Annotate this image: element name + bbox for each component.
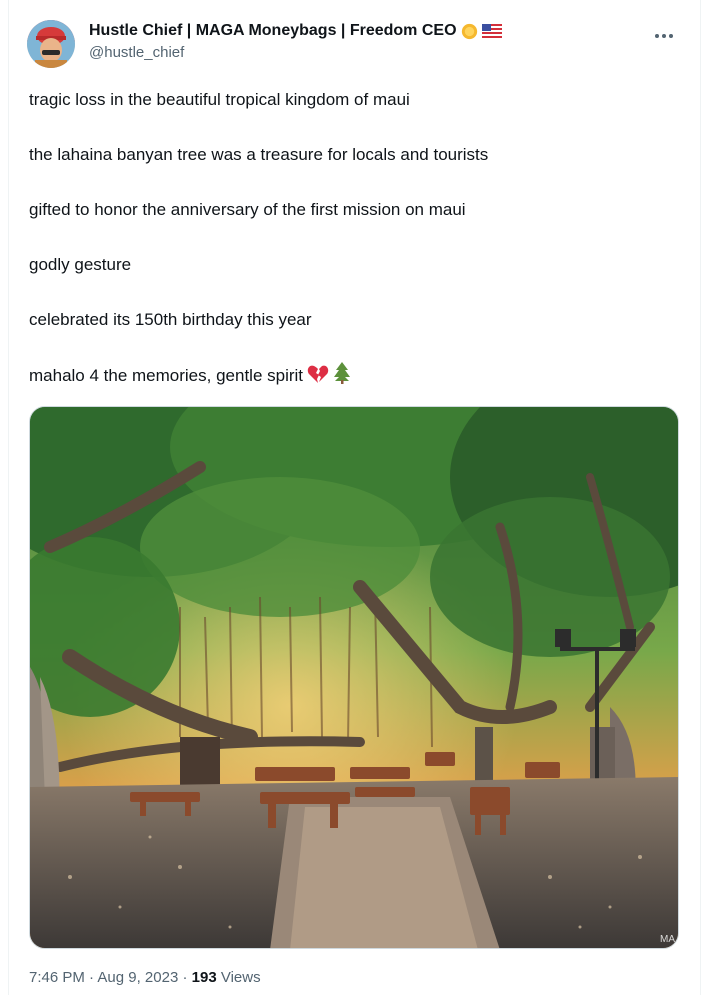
more-options-button[interactable] — [648, 24, 680, 48]
author-handle[interactable]: @hustle_chief — [89, 42, 502, 64]
more-dot-icon — [662, 34, 666, 38]
more-dot-icon — [669, 34, 673, 38]
tweet-metadata: 7:46 PM · Aug 9, 2023 · 193 Views — [29, 968, 261, 988]
tweet-line-text: mahalo 4 the memories, gentle spirit — [29, 366, 304, 385]
tweet-line: the lahaina banyan tree was a treasure f… — [29, 145, 489, 164]
sun-emoji-icon — [461, 23, 477, 39]
avatar-image — [27, 20, 75, 68]
author-names: Hustle Chief | MAGA Moneybags | Freedom … — [89, 20, 502, 64]
avatar[interactable] — [27, 20, 75, 68]
tweet-header: Hustle Chief | MAGA Moneybags | Freedom … — [27, 16, 682, 72]
broken-heart-icon — [307, 365, 329, 383]
tweet-photo[interactable]: MA — [29, 406, 679, 949]
tweet-time[interactable]: 7:46 PM — [29, 969, 85, 986]
tweet-line: gifted to honor the anniversary of the f… — [29, 200, 466, 219]
tweet-text: tragic loss in the beautiful tropical ki… — [29, 87, 680, 417]
tweet-line: tragic loss in the beautiful tropical ki… — [29, 90, 410, 109]
views-label: Views — [220, 969, 261, 986]
tweet-date[interactable]: Aug 9, 2023 — [97, 969, 178, 986]
author-display-name[interactable]: Hustle Chief | MAGA Moneybags | Freedom … — [89, 20, 457, 42]
tweet-card: Hustle Chief | MAGA Moneybags | Freedom … — [8, 0, 701, 995]
meta-separator: · — [89, 969, 95, 986]
banyan-tree-photo: MA — [30, 407, 678, 948]
more-dot-icon — [655, 34, 659, 38]
photo-watermark: MA — [660, 934, 675, 945]
tweet-line: godly gesture — [29, 255, 132, 274]
meta-separator: · — [182, 969, 188, 986]
author-display-name-row[interactable]: Hustle Chief | MAGA Moneybags | Freedom … — [89, 20, 502, 42]
evergreen-tree-icon — [334, 362, 351, 384]
us-flag-emoji-icon — [481, 24, 502, 38]
tweet-line: celebrated its 150th birthday this year — [29, 310, 312, 329]
views-count: 193 — [191, 969, 217, 986]
